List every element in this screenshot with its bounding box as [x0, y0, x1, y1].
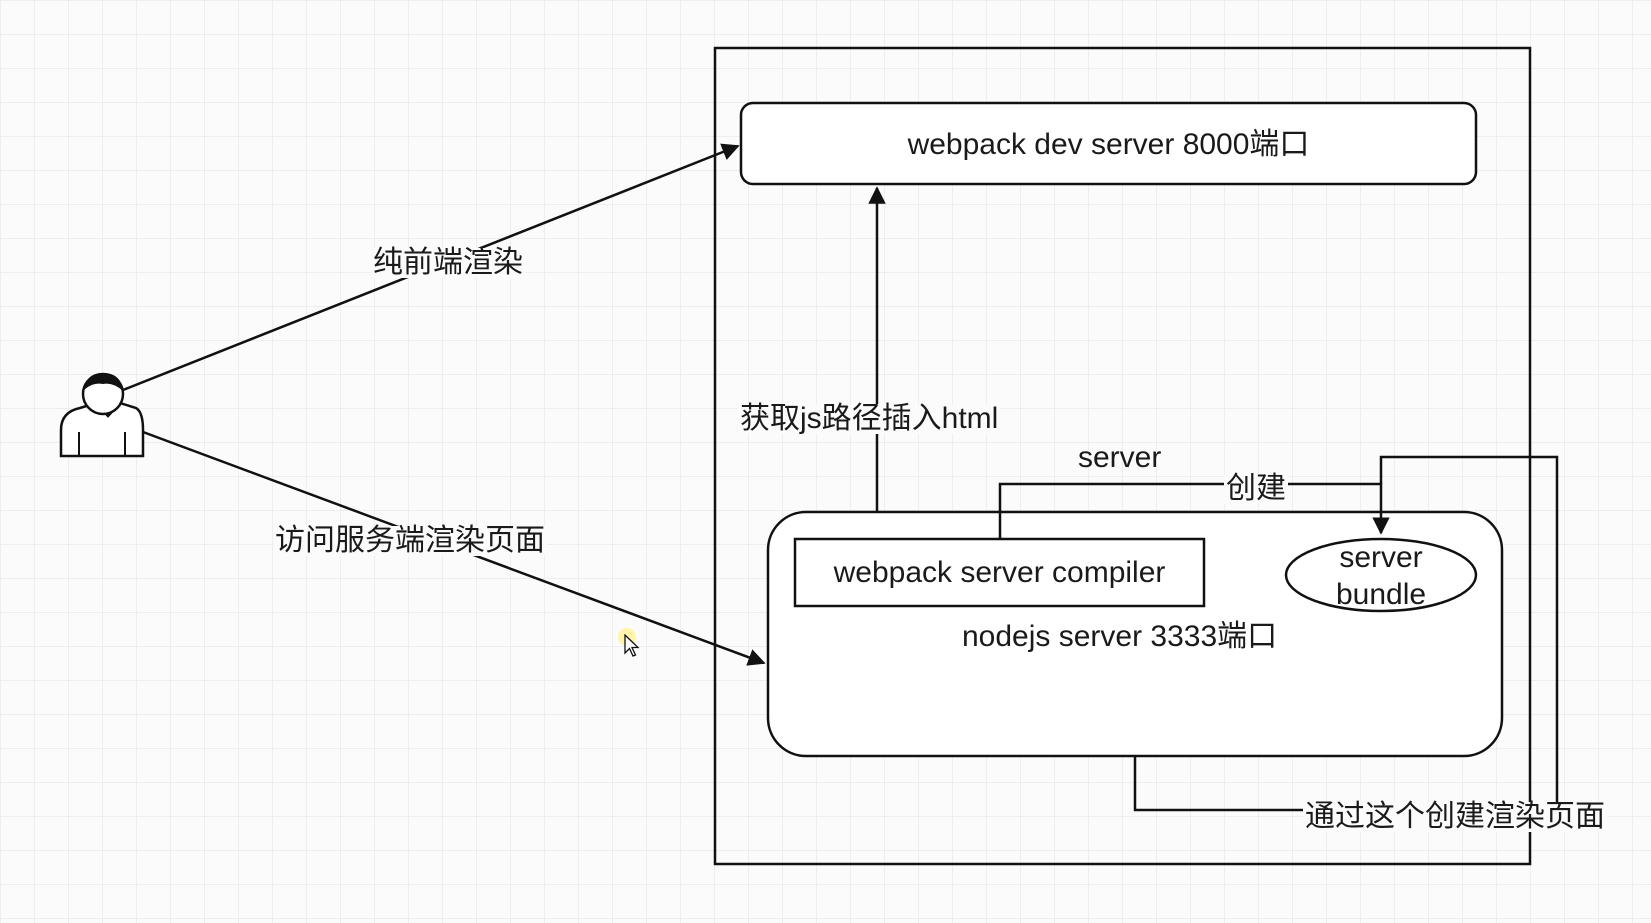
mouse-cursor-icon	[618, 628, 648, 664]
diagram-canvas: webpack dev server 8000端口 纯前端渲染 获取js路径插入…	[0, 0, 1651, 923]
pure-frontend-render-label: 纯前端渲染	[371, 246, 525, 279]
user-icon	[59, 372, 145, 458]
server-bundle-label-line1: server	[1339, 541, 1423, 574]
server-create-bottom-label: 创建	[1224, 472, 1288, 505]
server-bundle-label-line2: bundle	[1335, 578, 1427, 611]
create-render-page-label: 通过这个创建渲染页面	[1303, 800, 1607, 833]
server-create-top-label: server	[1078, 441, 1162, 474]
nodejs-server-label: nodejs server 3333端口	[962, 620, 1278, 653]
webpack-dev-server-label: webpack dev server 8000端口	[907, 128, 1310, 161]
webpack-server-compiler-label: webpack server compiler	[833, 556, 1166, 589]
visit-ssr-page-label: 访问服务端渲染页面	[273, 524, 547, 557]
get-js-path-label: 获取js路径插入html	[738, 402, 1001, 435]
